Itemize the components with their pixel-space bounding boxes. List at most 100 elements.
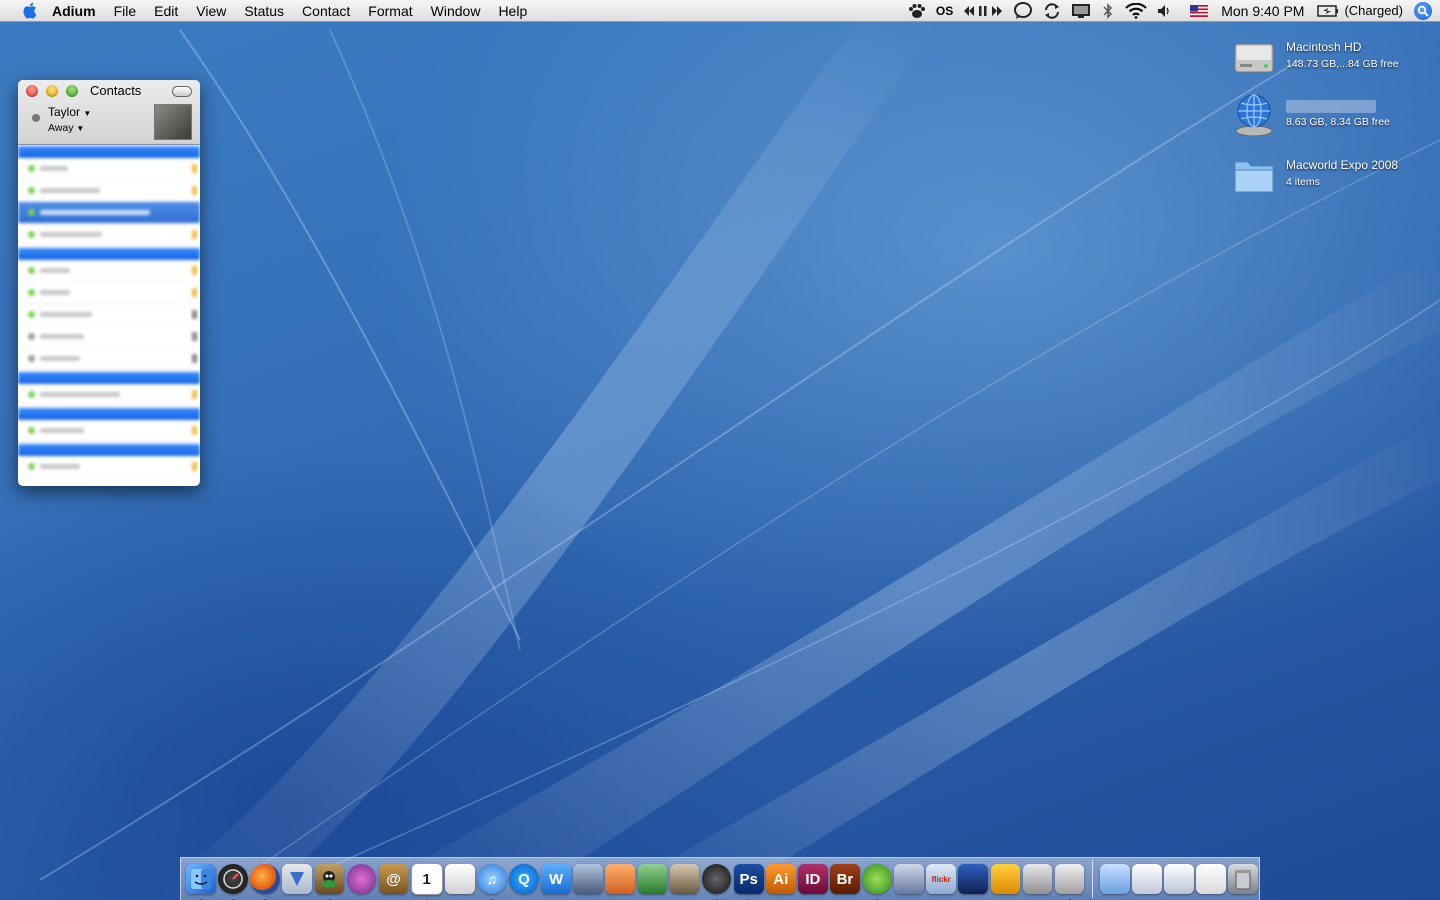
status-badge: [192, 332, 197, 341]
menu-contact[interactable]: Contact: [293, 0, 359, 22]
contact-row[interactable]: [18, 180, 200, 202]
apple-menu-icon[interactable]: [20, 2, 38, 20]
dock-ical-icon[interactable]: 1: [410, 863, 443, 900]
growl-paw-icon[interactable]: [908, 0, 926, 22]
desktop[interactable]: Adium File Edit View Status Contact Form…: [0, 0, 1440, 900]
dock-address-book-icon[interactable]: @: [378, 864, 409, 894]
dock-links-icon[interactable]: [990, 864, 1021, 894]
dock-leaf-icon[interactable]: [862, 864, 892, 900]
us-flag-icon[interactable]: [1190, 0, 1209, 22]
dock-photoshop-icon[interactable]: Ps: [733, 864, 764, 900]
dock-trash-icon[interactable]: [1228, 864, 1258, 894]
contact-row-selected[interactable]: [18, 202, 200, 224]
dock-numbers-icon[interactable]: [637, 864, 668, 894]
desktop-icon-network-disk[interactable]: 8.63 GB, 8.34 GB free: [1232, 92, 1432, 142]
toolbar-toggle-button[interactable]: [172, 86, 192, 97]
contact-row[interactable]: [18, 158, 200, 180]
menu-help[interactable]: Help: [489, 0, 536, 22]
user-status-menu[interactable]: Away ▼: [48, 122, 84, 134]
group-header[interactable]: [18, 146, 200, 158]
dock-itunes-icon[interactable]: ♫: [477, 864, 507, 900]
group-header[interactable]: [18, 408, 200, 420]
status-badge: [192, 390, 197, 399]
status-dot-icon: [28, 209, 35, 216]
menu-format[interactable]: Format: [359, 0, 421, 22]
dock-word-icon[interactable]: W: [541, 864, 571, 894]
dock-keynote-icon[interactable]: [605, 864, 636, 894]
contact-row[interactable]: [18, 304, 200, 326]
dock-flickr-uploadr-icon[interactable]: flickr: [926, 864, 957, 894]
dock-system-preferences-icon[interactable]: [1054, 864, 1085, 900]
menu-clock[interactable]: Mon 9:40 PM: [1221, 0, 1304, 22]
desktop-icon-label: Macworld Expo 2008: [1286, 158, 1399, 172]
contact-row[interactable]: [18, 282, 200, 304]
dock-script-editor-icon[interactable]: [573, 864, 604, 894]
os-text-icon[interactable]: OS: [936, 0, 953, 22]
contact-row[interactable]: [18, 348, 200, 370]
user-status: Away: [48, 122, 74, 134]
menu-file[interactable]: File: [105, 0, 146, 22]
dock-firefox-icon[interactable]: [250, 864, 281, 900]
close-button[interactable]: [26, 85, 38, 97]
dock-quicktime-icon[interactable]: Q: [509, 864, 539, 894]
user-name-menu[interactable]: Taylor ▼: [48, 105, 91, 119]
contact-name-blurred: [40, 210, 150, 215]
zoom-button[interactable]: [66, 85, 78, 97]
dock-finder-icon[interactable]: [186, 864, 216, 900]
dock-dashboard-icon[interactable]: [218, 864, 248, 900]
dock-aperture-icon[interactable]: [701, 864, 732, 900]
contacts-window[interactable]: Contacts Taylor ▼ Away ▼: [18, 80, 200, 486]
desktop-icon-info: 8.63 GB, 8.34 GB free: [1286, 116, 1390, 128]
dock-document-icon[interactable]: [1196, 864, 1226, 894]
sync-icon[interactable]: [1043, 0, 1061, 22]
menu-app-name[interactable]: Adium: [48, 0, 105, 22]
contacts-titlebar[interactable]: Contacts Taylor ▼ Away ▼: [18, 80, 200, 145]
dock-automator-icon[interactable]: [958, 864, 989, 894]
dock-downloads-stack-icon[interactable]: [1131, 864, 1162, 894]
contact-list[interactable]: [18, 144, 200, 486]
contact-name-blurred: [40, 232, 102, 237]
menu-view[interactable]: View: [187, 0, 235, 22]
dock-applications-folder-icon[interactable]: [1099, 864, 1130, 894]
dock-mail-icon[interactable]: [282, 864, 313, 894]
status-badge: [192, 462, 197, 471]
volume-icon[interactable]: [1157, 0, 1173, 22]
dock-boot-camp-icon[interactable]: [1022, 864, 1053, 894]
contact-row[interactable]: [18, 384, 200, 406]
group-header[interactable]: [18, 248, 200, 260]
desktop-icon-macintosh-hd[interactable]: Macintosh HD 148.73 GB,...84 GB free: [1232, 34, 1432, 84]
dock-preview-icon[interactable]: [444, 864, 475, 894]
dock-iphoto-icon[interactable]: [669, 864, 700, 894]
media-controls-icon[interactable]: [963, 0, 1003, 22]
battery-status-text[interactable]: (Charged): [1344, 0, 1403, 22]
dock-indesign-icon[interactable]: ID: [797, 864, 828, 894]
wifi-icon[interactable]: [1125, 0, 1147, 22]
dock-transmit-icon[interactable]: [894, 864, 924, 894]
chat-bubble-icon[interactable]: [1013, 0, 1033, 22]
dock-adium-icon[interactable]: [314, 864, 345, 900]
spotlight-icon[interactable]: [1414, 1, 1432, 20]
status-dot-icon: [32, 114, 40, 122]
battery-icon[interactable]: [1317, 0, 1339, 22]
contact-row[interactable]: [18, 260, 200, 282]
bluetooth-icon[interactable]: [1101, 0, 1115, 22]
dock-bridge-icon[interactable]: Br: [830, 864, 860, 894]
status-dot-icon: [28, 165, 35, 172]
display-icon[interactable]: [1071, 0, 1091, 22]
group-header[interactable]: [18, 372, 200, 384]
minimize-button[interactable]: [46, 85, 58, 97]
dock-ichat-icon[interactable]: [346, 864, 377, 894]
contact-row[interactable]: [18, 420, 200, 442]
menu-window[interactable]: Window: [422, 0, 490, 22]
menu-edit[interactable]: Edit: [145, 0, 187, 22]
dock-illustrator-icon[interactable]: Ai: [765, 864, 796, 894]
contact-row[interactable]: [18, 224, 200, 246]
wallpaper-swooshes: [39, 20, 1440, 900]
group-header[interactable]: [18, 444, 200, 456]
contact-row[interactable]: [18, 326, 200, 348]
dock-documents-stack-icon[interactable]: [1163, 864, 1194, 894]
avatar[interactable]: [154, 104, 192, 140]
contact-row[interactable]: [18, 456, 200, 478]
menu-status[interactable]: Status: [235, 0, 293, 22]
desktop-icon-macworld-folder[interactable]: Macworld Expo 2008 4 items: [1232, 152, 1432, 202]
